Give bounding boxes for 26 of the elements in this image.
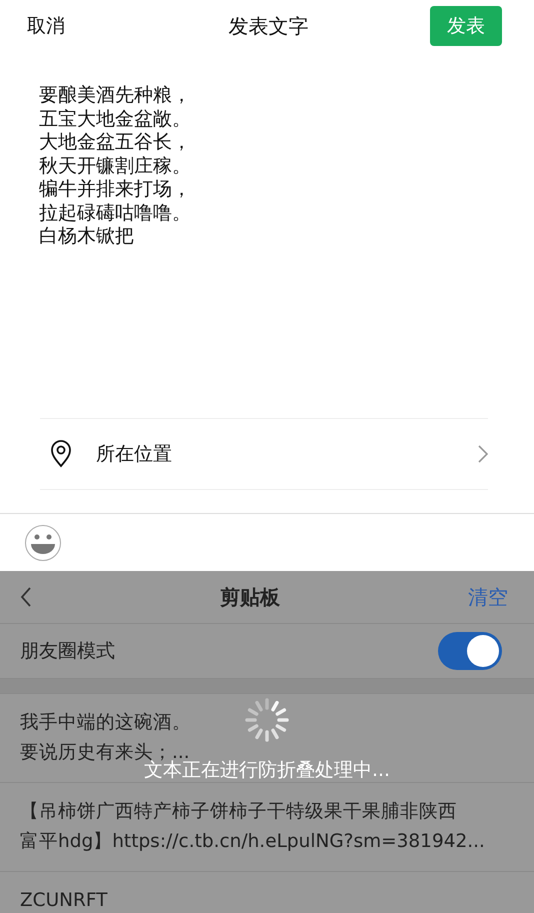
back-icon[interactable] — [20, 587, 32, 607]
loading-spinner-icon — [244, 697, 290, 743]
clipboard-item-text: 富平hdg】https://c.tb.cn/h.eLpulNG?sm=381942... — [20, 830, 485, 854]
chevron-right-icon — [478, 445, 488, 463]
post-text-line: 要酿美酒先种粮， — [39, 84, 191, 108]
post-text-line: 大地金盆五谷长， — [39, 131, 191, 154]
location-label[interactable]: 所在位置 — [96, 441, 478, 467]
post-text-line: 拉起碌碡咕噜噜。 — [39, 202, 191, 225]
clipboard-item-text: 我手中端的这碗酒。 — [20, 711, 191, 735]
page-title: 发表文字 — [228, 12, 308, 40]
clipboard-item-text: 【吊柿饼广西特产柿子饼柿子干特级果干果脯非陕西 — [20, 800, 457, 824]
post-text-line: 秋天开镰割庄稼。 — [39, 154, 191, 178]
location-pin-icon — [50, 440, 72, 468]
post-text-line: 犏牛并排来打场， — [39, 178, 191, 202]
mode-toggle[interactable] — [438, 632, 502, 670]
clipboard-item[interactable]: 【吊柿饼广西特产柿子饼柿子干特级果干果脯非陕西 富平hdg】https://c.tb.cn/h.eLpulNG?sm=381942... — [0, 783, 534, 872]
post-text-line: 五宝大地金盆敞。 — [39, 108, 191, 131]
processing-message: 文本正在进行防折叠处理中... — [144, 759, 390, 783]
post-text-line: 白杨木锨把 — [39, 225, 134, 248]
publish-button[interactable]: 发表 — [430, 6, 502, 46]
clipboard-title: 剪贴板 — [220, 584, 280, 610]
cancel-button[interactable]: 取消 — [27, 13, 107, 39]
mode-label: 朋友圈模式 — [20, 639, 115, 664]
clipboard-item[interactable]: ZCUNRFT — [0, 872, 534, 913]
smiley-icon[interactable] — [24, 524, 62, 562]
clipboard-item-text: ZCUNRFT — [20, 889, 108, 913]
